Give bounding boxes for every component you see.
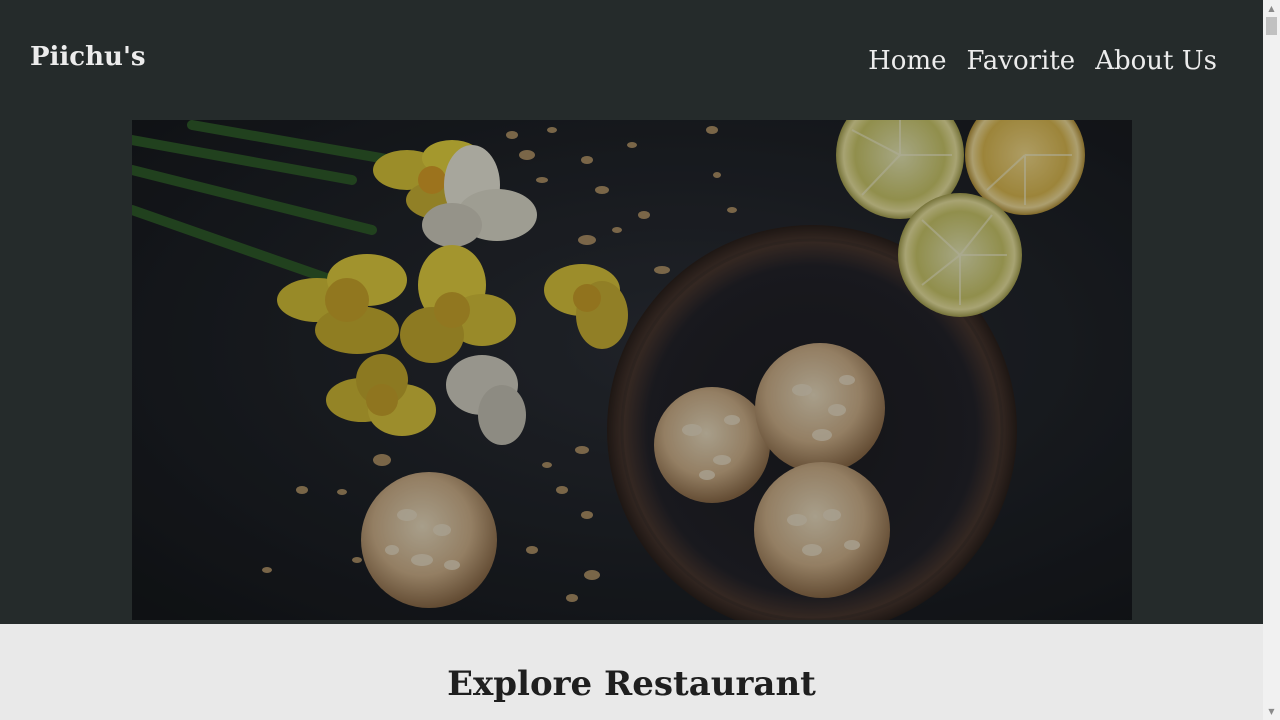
nav-item-about-us[interactable]: About Us — [1095, 44, 1217, 78]
main-nav: Home Favorite About Us — [868, 44, 1217, 78]
hero-image — [132, 120, 1132, 620]
page: Piichu's Home Favorite About Us Explore … — [0, 0, 1263, 720]
nav-item-home[interactable]: Home — [868, 44, 946, 78]
section-title: Explore Restaurant — [447, 664, 816, 704]
main-content: Explore Restaurant — [0, 624, 1263, 720]
nav-item-favorite[interactable]: Favorite — [967, 44, 1076, 78]
scroll-up-arrow-icon[interactable]: ▲ — [1263, 0, 1280, 17]
brand-logo[interactable]: Piichu's — [30, 42, 146, 72]
vertical-scrollbar[interactable]: ▲ ▼ — [1263, 0, 1280, 720]
scroll-down-arrow-icon[interactable]: ▼ — [1263, 703, 1280, 720]
app-bar: Piichu's Home Favorite About Us — [0, 0, 1263, 120]
hero — [0, 120, 1263, 624]
scrollbar-thumb[interactable] — [1266, 17, 1277, 35]
